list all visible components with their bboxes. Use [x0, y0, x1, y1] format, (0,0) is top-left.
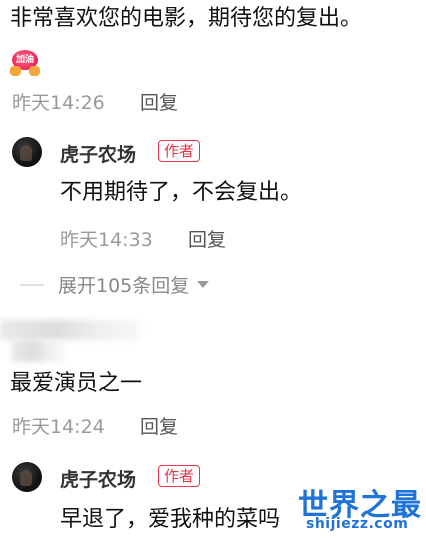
- expand-replies-button[interactable]: 展开105条回复: [58, 271, 210, 297]
- cheer-sticker-icon: 加油: [8, 48, 42, 78]
- expand-divider: [20, 284, 44, 286]
- reply-button[interactable]: 回复: [140, 412, 178, 439]
- comment-text: 非常喜欢您的电影，期待您的复出。: [10, 6, 363, 31]
- reply-timestamp: 昨天14:33: [60, 229, 153, 251]
- author-badge: 作者: [158, 465, 201, 487]
- author-username[interactable]: 虎子农场: [60, 140, 136, 167]
- author-avatar[interactable]: [12, 137, 42, 167]
- reply-button[interactable]: 回复: [140, 88, 178, 115]
- author-username[interactable]: 虎子农场: [60, 465, 136, 492]
- comment-text: 最爱演员之一: [10, 371, 143, 396]
- watermark-url: shijiezz.com: [306, 516, 409, 532]
- blurred-avatar: [12, 340, 64, 362]
- author-badge: 作者: [158, 140, 201, 162]
- expand-replies-label: 展开105条回复: [58, 274, 190, 297]
- watermark: 世界之最 shijiezz.com: [296, 478, 424, 536]
- reply-button[interactable]: 回复: [188, 225, 226, 252]
- author-avatar[interactable]: [12, 462, 42, 492]
- right-fist-icon: [29, 66, 40, 76]
- reply-text: 早退了，爱我种的菜吗: [60, 507, 281, 532]
- reply-text: 不用期待了，不会复出。: [60, 180, 303, 205]
- left-fist-icon: [10, 66, 21, 76]
- comment-timestamp: 昨天14:26: [12, 92, 105, 114]
- blurred-username: [0, 320, 140, 340]
- chevron-down-icon: [197, 280, 210, 288]
- comment-timestamp: 昨天14:24: [12, 416, 105, 438]
